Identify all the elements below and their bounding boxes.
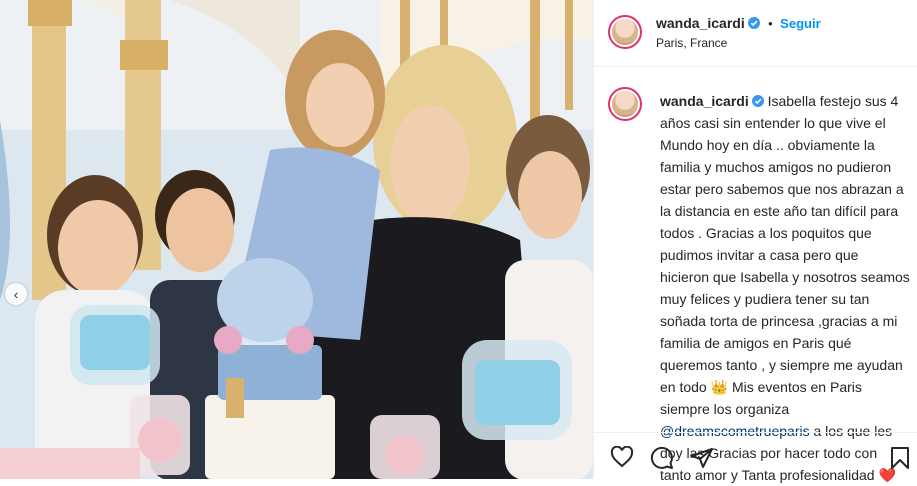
caption-body-1: Isabella festejo sus 4 años casi sin ent… <box>660 93 910 395</box>
comment-icon[interactable] <box>650 446 674 470</box>
verified-badge-icon <box>747 17 760 29</box>
action-bar <box>594 432 917 480</box>
chevron-left-icon: ‹ <box>13 286 19 302</box>
instagram-post: ‹ wanda_icardi • Seguir Paris, France wa… <box>0 0 917 483</box>
crown-emoji: 👑 <box>710 379 729 395</box>
separator-dot: • <box>768 16 773 31</box>
post-header: wanda_icardi • Seguir Paris, France <box>594 0 917 67</box>
post-username[interactable]: wanda_icardi <box>656 15 745 31</box>
caption-avatar[interactable] <box>608 87 642 121</box>
like-heart-icon[interactable] <box>610 446 634 468</box>
previous-photo-button[interactable]: ‹ <box>5 283 27 305</box>
share-icon[interactable] <box>690 446 714 470</box>
party-photo-illustration <box>0 0 593 479</box>
post-sidebar: wanda_icardi • Seguir Paris, France wand… <box>593 0 917 483</box>
post-photo[interactable]: ‹ <box>0 0 593 479</box>
location-link[interactable]: Paris, France <box>656 36 727 50</box>
avatar[interactable] <box>608 15 642 49</box>
follow-button[interactable]: Seguir <box>780 16 820 31</box>
verified-badge-icon <box>751 95 764 107</box>
caption-username[interactable]: wanda_icardi <box>660 93 749 109</box>
caption-text: wanda_icardi Isabella festejo sus 4 años… <box>660 90 910 486</box>
save-bookmark-icon[interactable] <box>890 446 910 470</box>
